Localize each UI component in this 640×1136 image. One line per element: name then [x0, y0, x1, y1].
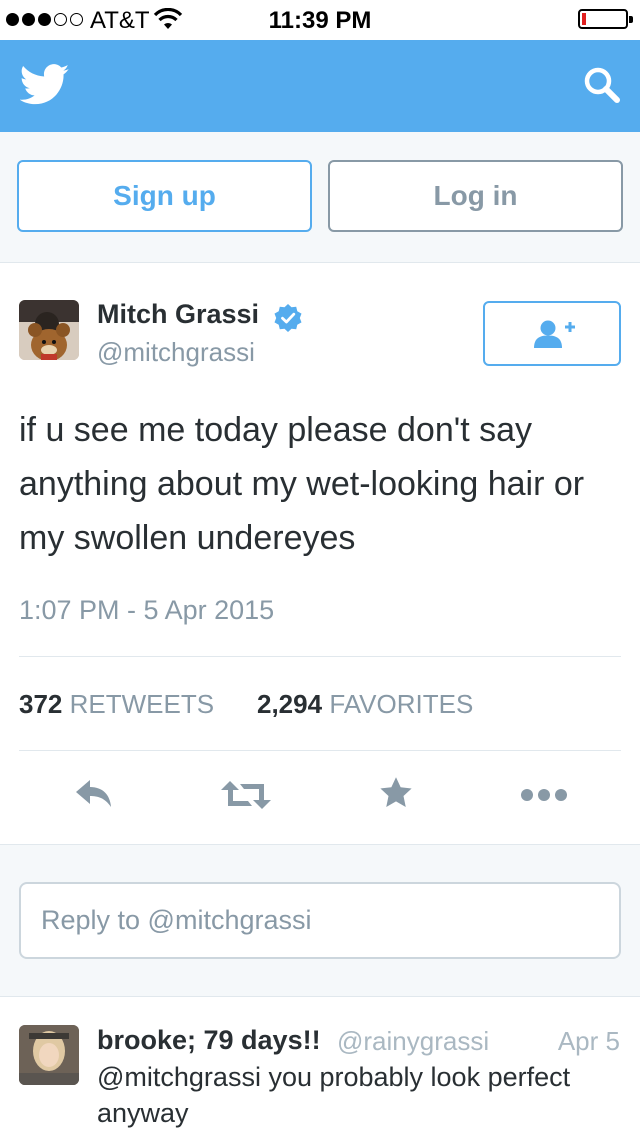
favorites-label: FAVORITES — [329, 689, 474, 719]
reply-author-name[interactable]: brooke; 79 days!! — [97, 1025, 321, 1056]
retweets-label: RETWEETS — [69, 689, 215, 719]
reply-input[interactable] — [19, 882, 621, 959]
add-user-icon — [534, 320, 575, 348]
author-name[interactable]: Mitch Grassi — [97, 299, 259, 330]
favorite-star-icon[interactable] — [378, 775, 414, 816]
more-icon[interactable] — [520, 788, 570, 807]
reply-tweet[interactable]: brooke; 79 days!! @rainygrassi Apr 5 @mi… — [0, 996, 640, 1136]
retweets-stat[interactable]: 372 RETWEETS — [19, 689, 214, 720]
reply-text: @mitchgrassi you probably look perfect a… — [97, 1062, 571, 1128]
favorites-stat[interactable]: 2,294 FAVORITES — [257, 689, 473, 720]
battery-icon — [578, 9, 633, 29]
status-bar: AT&T 11:39 PM — [0, 0, 640, 40]
retweet-icon[interactable] — [220, 779, 272, 816]
sign-up-button[interactable]: Sign up — [17, 160, 312, 232]
follow-button[interactable] — [483, 301, 621, 366]
twitter-bird-icon[interactable] — [19, 64, 70, 111]
status-time: 11:39 PM — [268, 7, 372, 34]
favorites-count: 2,294 — [257, 689, 323, 719]
reply-icon[interactable] — [74, 777, 114, 814]
top-navigation-bar — [0, 40, 640, 132]
divider — [19, 656, 621, 657]
verified-badge-icon — [273, 303, 303, 338]
tweet-text: if u see me today please don't say anyth… — [19, 411, 585, 557]
reply-date[interactable]: Apr 5 — [558, 1026, 620, 1057]
divider — [19, 750, 621, 751]
search-icon[interactable] — [582, 65, 622, 110]
retweets-count: 372 — [19, 689, 63, 719]
reply-area — [0, 844, 640, 996]
log-in-button[interactable]: Log in — [328, 160, 623, 232]
reply-author-avatar[interactable] — [19, 1025, 79, 1085]
tweet-card: Mitch Grassi @mitchgrassi if u see me to… — [0, 262, 640, 844]
reply-author-handle[interactable]: @rainygrassi — [337, 1026, 489, 1057]
auth-bar: Sign up Log in — [0, 132, 640, 262]
author-handle[interactable]: @mitchgrassi — [97, 337, 255, 368]
author-avatar[interactable] — [19, 300, 79, 360]
tweet-timestamp[interactable]: 1:07 PM - 5 Apr 2015 — [19, 595, 274, 626]
